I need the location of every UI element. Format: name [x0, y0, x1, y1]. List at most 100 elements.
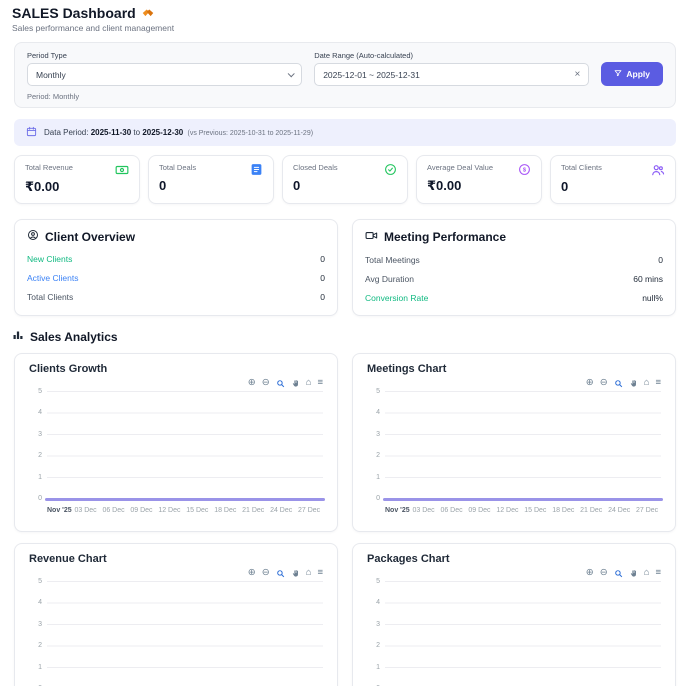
video-icon [365, 229, 378, 245]
plot-area[interactable] [385, 581, 661, 686]
plot-area[interactable] [47, 391, 323, 499]
menu-icon[interactable]: ≡ [317, 568, 323, 578]
zoom-in-icon[interactable]: ⊕ [248, 378, 256, 388]
row-label: Active Clients [27, 273, 79, 283]
charts-grid: Clients Growth ⊕ ⊖ ⌂ ≡ 543210 Nov '2503 … [14, 353, 676, 686]
y-tick-label: 3 [376, 621, 380, 628]
x-tick-label: 12 Dec [493, 507, 521, 514]
x-tick-label: 03 Dec [410, 507, 438, 514]
series-line [383, 498, 663, 501]
chart-toolbar: ⊕ ⊖ ⌂ ≡ [367, 568, 661, 578]
dashboard-page: SALES Dashboard Sales performance and cl… [0, 0, 690, 686]
chart-toolbar: ⊕ ⊖ ⌂ ≡ [29, 568, 323, 578]
meeting-performance-panel: Meeting Performance Total Meetings 0 Avg… [352, 219, 676, 316]
zoom-out-icon[interactable]: ⊖ [262, 378, 270, 388]
kpi-card-average-deal-value: Average Deal Value $ ₹0.00 [416, 155, 542, 204]
y-tick-label: 5 [38, 388, 42, 395]
chart-title: Packages Chart [367, 553, 661, 565]
panel-row-total-clients: Total Clients 0 [27, 287, 325, 306]
y-axis: 543210 [367, 578, 385, 686]
y-tick-label: 2 [376, 642, 380, 649]
kpi-value: 0 [159, 178, 263, 193]
zoom-out-icon[interactable]: ⊖ [600, 378, 608, 388]
pan-icon[interactable] [629, 379, 638, 388]
zoom-out-icon[interactable]: ⊖ [600, 568, 608, 578]
chevron-down-icon [288, 70, 295, 77]
selection-zoom-icon[interactable] [276, 569, 285, 578]
period-type-select[interactable]: Monthly [27, 63, 302, 86]
menu-icon[interactable]: ≡ [317, 378, 323, 388]
home-icon[interactable]: ⌂ [306, 568, 312, 578]
pan-icon[interactable] [629, 569, 638, 578]
y-tick-label: 5 [376, 388, 380, 395]
y-tick-label: 1 [38, 474, 42, 481]
home-icon[interactable]: ⌂ [644, 378, 650, 388]
zoom-in-icon[interactable]: ⊕ [586, 378, 594, 388]
bar-chart-icon [12, 329, 24, 344]
clear-icon[interactable]: × [575, 70, 581, 80]
home-icon[interactable]: ⌂ [644, 568, 650, 578]
panel-row-new-clients: New Clients 0 [27, 249, 325, 268]
selection-zoom-icon[interactable] [276, 379, 285, 388]
menu-icon[interactable]: ≡ [655, 568, 661, 578]
chart-card-packages: Packages Chart ⊕ ⊖ ⌂ ≡ 543210 Nov '2503 … [352, 543, 676, 686]
banner-start-date: 2025-11-30 [91, 128, 131, 137]
selection-zoom-icon[interactable] [614, 569, 623, 578]
period-caption: Period: Monthly [27, 92, 663, 101]
y-tick-label: 0 [38, 495, 42, 502]
plot-area[interactable] [385, 391, 661, 499]
date-range-input[interactable]: 2025-12-01 ~ 2025-12-31 × [314, 63, 589, 86]
zoom-out-icon[interactable]: ⊖ [262, 568, 270, 578]
kpi-label: Total Deals [159, 163, 196, 172]
page-title-text: SALES Dashboard [12, 5, 136, 21]
row-label: Total Meetings [365, 255, 420, 265]
svg-text:$: $ [523, 168, 527, 174]
panel-title: Meeting Performance [384, 230, 506, 244]
funnel-icon [614, 69, 622, 79]
y-tick-label: 1 [38, 664, 42, 671]
x-tick-label: 24 Dec [267, 507, 295, 514]
y-tick-label: 1 [376, 474, 380, 481]
zoom-in-icon[interactable]: ⊕ [248, 568, 256, 578]
panel-title: Client Overview [45, 230, 135, 244]
users-icon [651, 163, 665, 177]
file-icon [250, 163, 263, 176]
plot-area[interactable] [47, 581, 323, 686]
apply-button[interactable]: Apply [601, 62, 663, 86]
y-axis: 543210 [367, 388, 385, 502]
calendar-icon [26, 126, 37, 139]
y-tick-label: 3 [38, 621, 42, 628]
x-tick-label: 15 Dec [521, 507, 549, 514]
x-tick-label: 06 Dec [100, 507, 128, 514]
chart-title: Clients Growth [29, 363, 323, 375]
menu-icon[interactable]: ≡ [655, 378, 661, 388]
pan-icon[interactable] [291, 379, 300, 388]
row-value: 0 [658, 255, 663, 265]
chart-card-revenue: Revenue Chart ⊕ ⊖ ⌂ ≡ 543210 Nov '2503 D… [14, 543, 338, 686]
home-icon[interactable]: ⌂ [306, 378, 312, 388]
y-tick-label: 1 [376, 664, 380, 671]
x-axis: Nov '2503 Dec06 Dec09 Dec12 Dec15 Dec18 … [385, 507, 661, 514]
page-header: SALES Dashboard Sales performance and cl… [10, 5, 680, 33]
pan-icon[interactable] [291, 569, 300, 578]
kpi-label: Closed Deals [293, 163, 338, 172]
x-tick-label: 21 Dec [239, 507, 267, 514]
kpi-label: Total Revenue [25, 163, 73, 172]
user-circle-icon [27, 229, 39, 244]
y-tick-label: 2 [38, 452, 42, 459]
y-axis: 543210 [29, 388, 47, 502]
x-tick-label: 18 Dec [211, 507, 239, 514]
zoom-in-icon[interactable]: ⊕ [586, 568, 594, 578]
panel-row-conversion-rate: Conversion Rate null% [365, 288, 663, 307]
chart-card-meetings: Meetings Chart ⊕ ⊖ ⌂ ≡ 543210 Nov '2503 … [352, 353, 676, 532]
row-label: Total Clients [27, 292, 73, 302]
selection-zoom-icon[interactable] [614, 379, 623, 388]
y-tick-label: 2 [38, 642, 42, 649]
kpi-value: ₹0.00 [427, 178, 531, 194]
row-value: 0 [320, 254, 325, 264]
kpi-card-total-clients: Total Clients 0 [550, 155, 676, 204]
period-type-value: Monthly [36, 70, 66, 80]
chart-toolbar: ⊕ ⊖ ⌂ ≡ [367, 378, 661, 388]
banner-previous-range: (vs Previous: 2025-10-31 to 2025-11-29) [187, 130, 313, 137]
x-tick-label: 09 Dec [466, 507, 494, 514]
